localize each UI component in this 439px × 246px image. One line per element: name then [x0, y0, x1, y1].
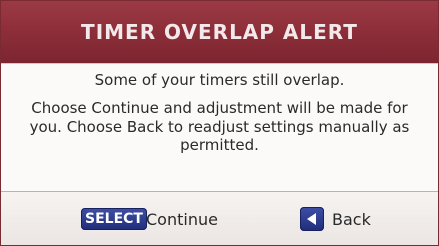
- message-line: Some of your timers still overlap.: [94, 71, 345, 89]
- left-arrow-icon[interactable]: [300, 207, 324, 231]
- select-button-icon[interactable]: SELECT: [81, 208, 147, 230]
- back-button-label[interactable]: Back: [332, 210, 371, 229]
- dialog-title: TIMER OVERLAP ALERT: [1, 1, 438, 63]
- dialog-body: Some of your timers still overlap. Choos…: [1, 63, 438, 192]
- timer-overlap-alert-dialog: TIMER OVERLAP ALERT Some of your timers …: [0, 0, 439, 246]
- dialog-footer: SELECT Continue Back: [1, 192, 438, 245]
- message-paragraph: Choose Continue and adjustment will be m…: [29, 99, 410, 154]
- continue-button-label[interactable]: Continue: [146, 210, 218, 229]
